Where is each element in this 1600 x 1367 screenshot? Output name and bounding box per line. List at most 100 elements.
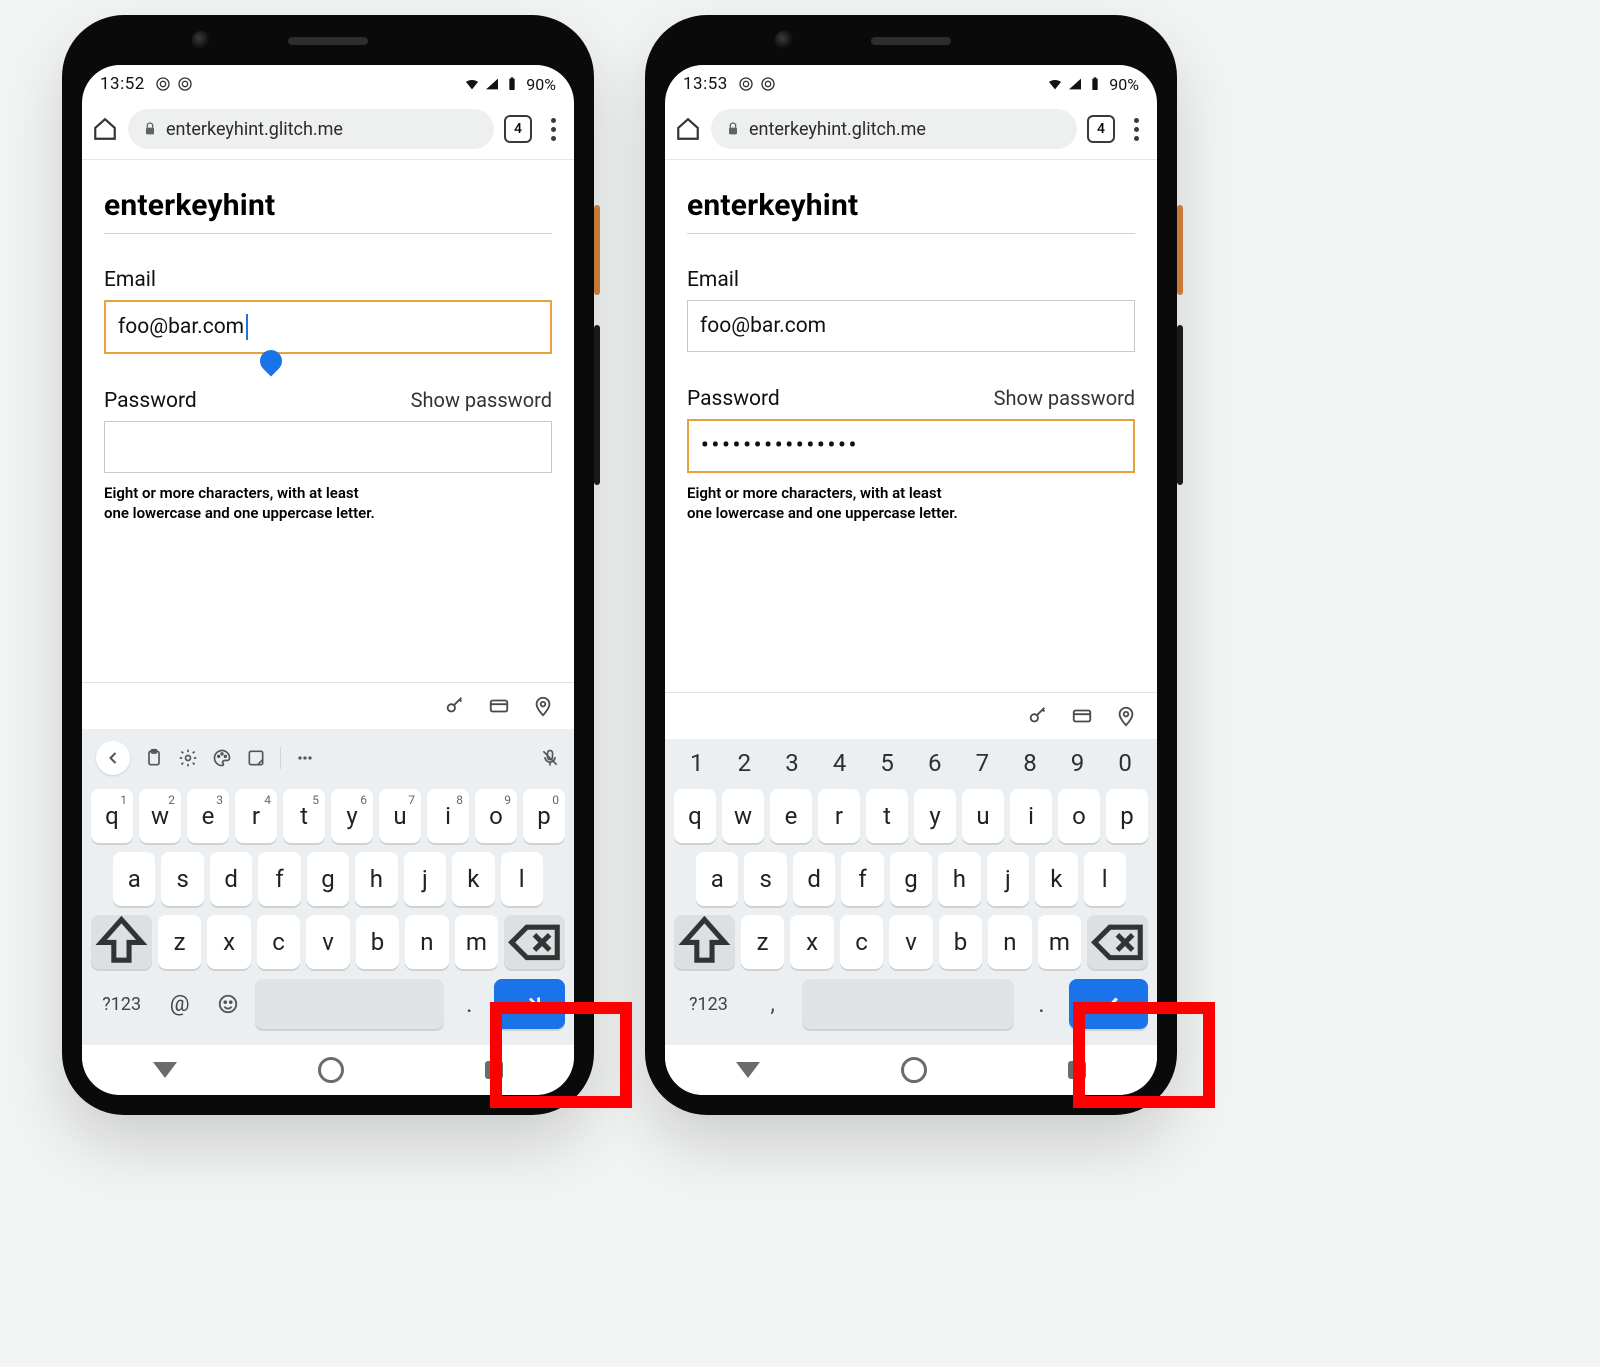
shift-key[interactable] — [91, 915, 152, 969]
key-4[interactable]: 4 — [816, 749, 864, 777]
enter-key-done[interactable] — [1069, 979, 1148, 1029]
tab-switcher[interactable]: 4 — [504, 115, 532, 143]
key-6[interactable]: 6 — [911, 749, 959, 777]
overflow-menu[interactable] — [1125, 118, 1147, 141]
symbols-key[interactable]: ?123 — [91, 979, 152, 1029]
card-icon[interactable] — [1071, 705, 1093, 727]
key-o[interactable]: o — [1058, 789, 1100, 843]
home-icon[interactable] — [92, 116, 118, 142]
enter-key-next[interactable] — [494, 979, 565, 1029]
key-w[interactable]: w — [722, 789, 764, 843]
key-l[interactable]: l — [1084, 852, 1126, 906]
key-5[interactable]: 5 — [863, 749, 911, 777]
key-f[interactable]: f — [841, 852, 883, 906]
key-k[interactable]: k — [452, 852, 494, 906]
key-d[interactable]: d — [210, 852, 252, 906]
nav-back[interactable] — [153, 1062, 177, 1078]
key-s[interactable]: s — [744, 852, 786, 906]
key-n[interactable]: n — [988, 915, 1031, 969]
key-c[interactable]: c — [840, 915, 883, 969]
key-7[interactable]: 7 — [959, 749, 1007, 777]
email-field[interactable]: foo@bar.com — [687, 300, 1135, 352]
key-x[interactable]: x — [207, 915, 250, 969]
key-d[interactable]: d — [793, 852, 835, 906]
show-password-toggle[interactable]: Show password — [994, 386, 1135, 410]
location-icon[interactable] — [1115, 705, 1137, 727]
comma-key[interactable]: , — [749, 979, 797, 1029]
key-8[interactable]: 8 — [1006, 749, 1054, 777]
tab-switcher[interactable]: 4 — [1087, 115, 1115, 143]
key-y[interactable]: y6 — [331, 789, 373, 843]
key-t[interactable]: t5 — [283, 789, 325, 843]
key-g[interactable]: g — [890, 852, 932, 906]
palette-icon[interactable] — [212, 748, 232, 768]
address-bar[interactable]: enterkeyhint.glitch.me — [711, 109, 1077, 149]
key-e[interactable]: e3 — [187, 789, 229, 843]
nav-back[interactable] — [736, 1062, 760, 1078]
key-v[interactable]: v — [889, 915, 932, 969]
shift-key[interactable] — [674, 915, 735, 969]
key-i[interactable]: i8 — [427, 789, 469, 843]
key-r[interactable]: r — [818, 789, 860, 843]
space-key[interactable] — [802, 979, 1014, 1029]
key-9[interactable]: 9 — [1054, 749, 1102, 777]
key-y[interactable]: y — [914, 789, 956, 843]
key-j[interactable]: j — [987, 852, 1029, 906]
key-c[interactable]: c — [257, 915, 300, 969]
key-e[interactable]: e — [770, 789, 812, 843]
key-icon[interactable] — [444, 695, 466, 717]
key-z[interactable]: z — [741, 915, 784, 969]
key-0[interactable]: 0 — [1101, 749, 1149, 777]
key-m[interactable]: m — [455, 915, 498, 969]
key-t[interactable]: t — [866, 789, 908, 843]
address-bar[interactable]: enterkeyhint.glitch.me — [128, 109, 494, 149]
key-w[interactable]: w2 — [139, 789, 181, 843]
password-field[interactable]: ••••••••••••••• — [687, 419, 1135, 473]
key-q[interactable]: q1 — [91, 789, 133, 843]
nav-home[interactable] — [318, 1057, 344, 1083]
more-icon[interactable] — [295, 748, 315, 768]
key-a[interactable]: a — [113, 852, 155, 906]
mic-off-icon[interactable] — [540, 748, 560, 768]
space-key[interactable] — [255, 979, 444, 1029]
nav-recent[interactable] — [1068, 1061, 1086, 1079]
key-u[interactable]: u7 — [379, 789, 421, 843]
key-v[interactable]: v — [306, 915, 349, 969]
show-password-toggle[interactable]: Show password — [411, 388, 552, 412]
home-icon[interactable] — [675, 116, 701, 142]
card-icon[interactable] — [488, 695, 510, 717]
clipboard-icon[interactable] — [144, 748, 164, 768]
emoji-key[interactable] — [207, 979, 250, 1029]
key-h[interactable]: h — [355, 852, 397, 906]
sticker-icon[interactable] — [246, 748, 266, 768]
key-k[interactable]: k — [1035, 852, 1077, 906]
key-m[interactable]: m — [1038, 915, 1081, 969]
key-h[interactable]: h — [938, 852, 980, 906]
key-l[interactable]: l — [501, 852, 543, 906]
key-3[interactable]: 3 — [768, 749, 816, 777]
key-g[interactable]: g — [307, 852, 349, 906]
key-s[interactable]: s — [161, 852, 203, 906]
overflow-menu[interactable] — [542, 118, 564, 141]
key-j[interactable]: j — [404, 852, 446, 906]
key-o[interactable]: o9 — [475, 789, 517, 843]
password-field[interactable] — [104, 421, 552, 473]
key-q[interactable]: q — [674, 789, 716, 843]
backspace-key[interactable] — [504, 915, 565, 969]
cursor-handle[interactable] — [255, 345, 286, 376]
key-b[interactable]: b — [356, 915, 399, 969]
at-key[interactable]: @ — [158, 979, 201, 1029]
period-key[interactable]: . — [450, 979, 488, 1029]
location-icon[interactable] — [532, 695, 554, 717]
key-r[interactable]: r4 — [235, 789, 277, 843]
key-1[interactable]: 1 — [673, 749, 721, 777]
key-n[interactable]: n — [405, 915, 448, 969]
key-2[interactable]: 2 — [721, 749, 769, 777]
backspace-key[interactable] — [1087, 915, 1148, 969]
key-f[interactable]: f — [258, 852, 300, 906]
period-key[interactable]: . — [1020, 979, 1062, 1029]
gear-icon[interactable] — [178, 748, 198, 768]
key-i[interactable]: i — [1010, 789, 1052, 843]
key-icon[interactable] — [1027, 705, 1049, 727]
key-p[interactable]: p0 — [523, 789, 565, 843]
